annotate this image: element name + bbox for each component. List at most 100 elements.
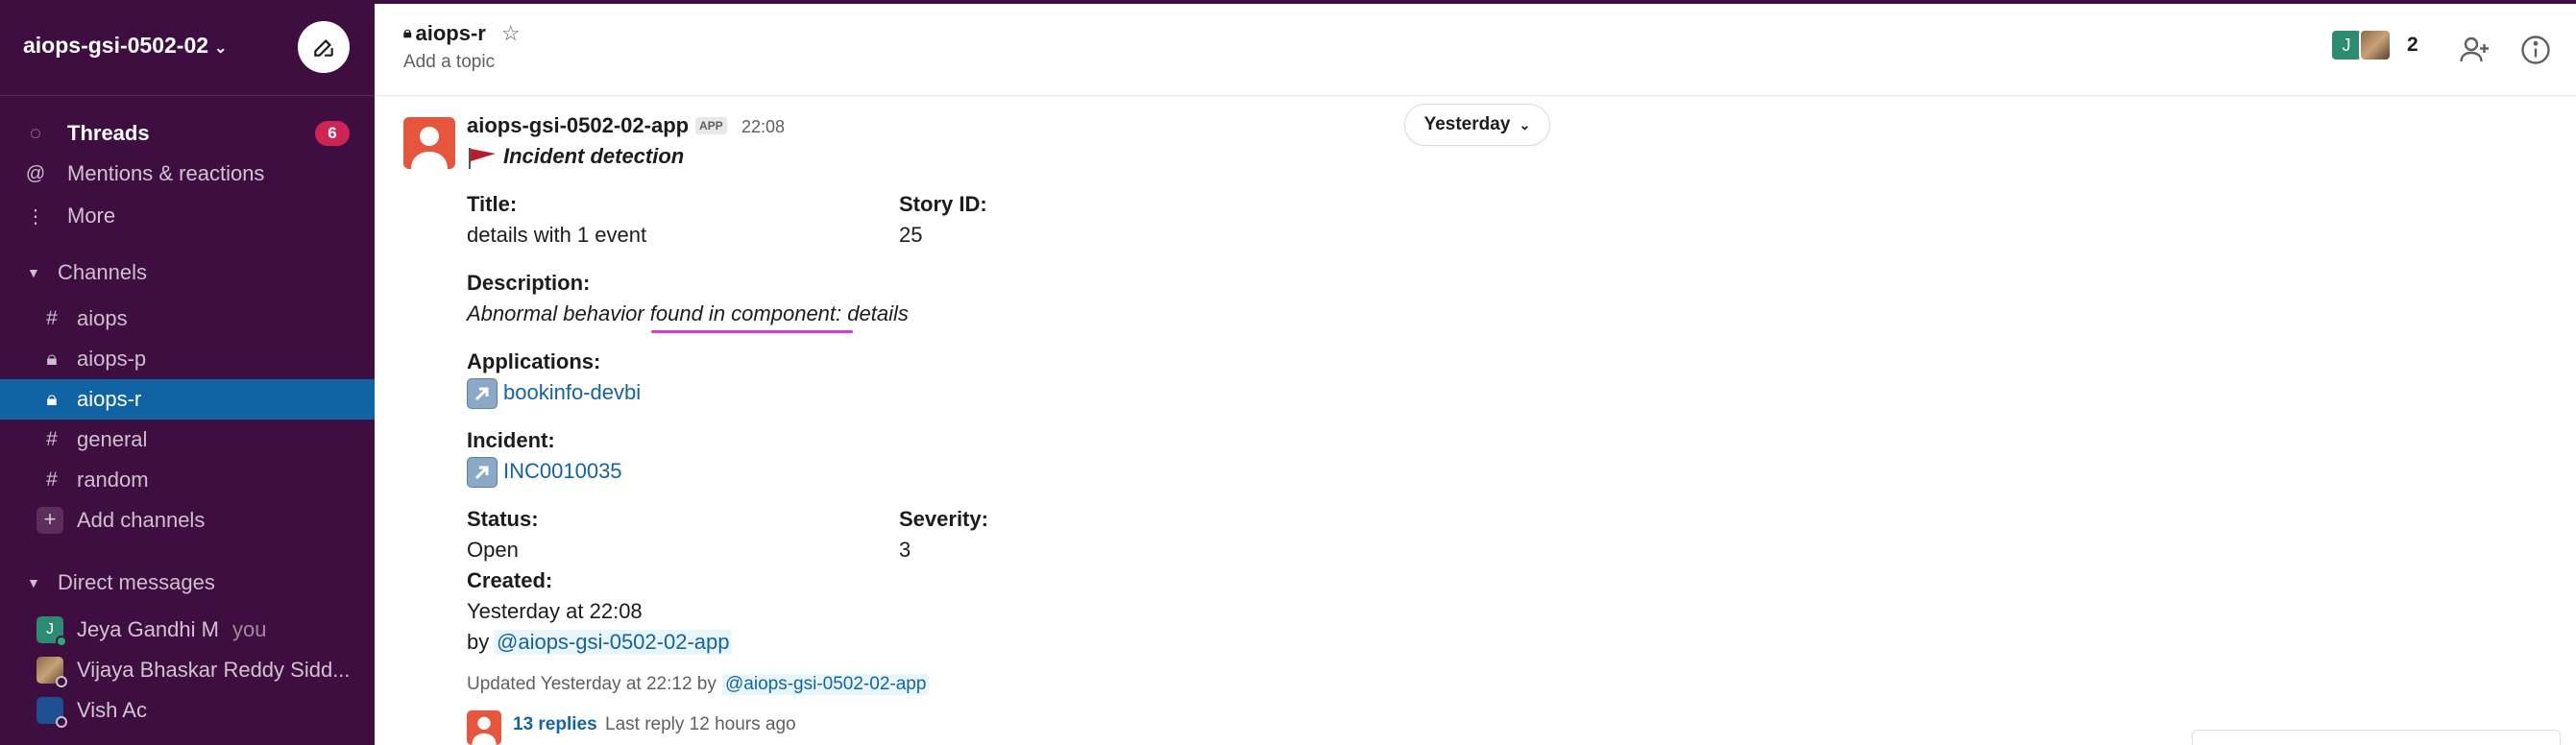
add-channels-button[interactable]: + Add channels xyxy=(0,500,375,541)
description-field-value: Abnormal behavior found in component: de… xyxy=(467,301,909,325)
incident-link[interactable]: INC0010035 xyxy=(503,459,622,484)
avatar xyxy=(36,697,67,728)
severity-field-label: Severity: xyxy=(899,507,988,531)
channel-label: aiops-p xyxy=(77,347,147,371)
story-id-field-label: Story ID: xyxy=(899,192,987,216)
avatar: J xyxy=(36,616,67,647)
date-divider-label: Yesterday xyxy=(1423,114,1511,134)
presence-away-icon xyxy=(56,716,67,728)
last-reply-text: Last reply 12 hours ago xyxy=(605,714,796,734)
severity-field-value: 3 xyxy=(899,538,911,562)
section-label: Direct messages xyxy=(58,570,215,594)
created-field-label: Created: xyxy=(467,568,553,592)
story-id-field-value: 25 xyxy=(899,223,923,247)
add-person-icon[interactable] xyxy=(2457,33,2491,67)
dm-section-toggle[interactable]: ▼ Direct messages xyxy=(0,564,375,602)
application-link[interactable]: bookinfo-devbi xyxy=(503,380,641,405)
avatar xyxy=(2359,29,2392,61)
message-composer-edge[interactable] xyxy=(2192,730,2561,745)
dm-label: Vish Ac xyxy=(77,698,147,722)
channel-label: aiops xyxy=(77,306,128,330)
sidebar-item-label: More xyxy=(67,204,116,228)
hash-icon: # xyxy=(46,307,58,329)
person-icon xyxy=(411,127,448,169)
updated-text: Updated Yesterday at 22:12 by xyxy=(467,674,717,694)
at-icon: @ xyxy=(25,162,46,184)
hash-icon: # xyxy=(46,469,58,491)
title-field-label: Title: xyxy=(467,192,518,216)
red-flag-icon xyxy=(469,148,496,169)
person-icon xyxy=(472,716,497,745)
thread-replies-link[interactable]: 13 replies xyxy=(513,714,597,735)
presence-online-icon xyxy=(56,636,67,647)
avatar-initial: J xyxy=(2342,36,2351,55)
status-field-label: Status: xyxy=(467,507,539,531)
caret-down-icon: ▼ xyxy=(27,265,40,280)
you-tag: you xyxy=(231,617,267,641)
annotation-underline xyxy=(651,330,853,333)
incident-field-label: Incident: xyxy=(467,428,555,452)
message-timestamp[interactable]: 22:08 xyxy=(741,117,785,137)
sidebar-item-dm-jeya[interactable]: J Jeya Gandhi M you xyxy=(0,610,375,650)
sidebar-item-dm-vijaya[interactable]: Vijaya Bhaskar Reddy Sidd... xyxy=(0,650,375,690)
lock-icon: 🔒︎ xyxy=(46,348,58,370)
arrow-up-right-icon xyxy=(467,378,498,409)
plus-icon: + xyxy=(36,507,63,534)
star-icon[interactable]: ☆ xyxy=(501,21,521,46)
sidebar: aiops-gsi-0502-02 ⌄ ◌ Threads 6 @ Mention… xyxy=(0,0,375,745)
app-tag: APP xyxy=(695,117,727,134)
user-mention[interactable]: @aiops-gsi-0502-02-app xyxy=(494,630,733,655)
dm-label: Vijaya Bhaskar Reddy Sidd... xyxy=(77,658,351,682)
sidebar-item-label: Threads xyxy=(67,121,150,145)
compose-icon xyxy=(314,38,333,57)
section-label: Channels xyxy=(58,260,147,284)
sidebar-item-dm-vish[interactable]: Vish Ac xyxy=(0,690,375,731)
sidebar-item-label: Mentions & reactions xyxy=(67,161,265,185)
status-field-value: Open xyxy=(467,538,519,562)
arrow-up-right-icon xyxy=(467,457,498,488)
sidebar-item-channel-aiops-p[interactable]: 🔒︎ aiops-p xyxy=(0,339,375,379)
channels-section-toggle[interactable]: ▼ Channels xyxy=(0,253,375,292)
sidebar-item-threads[interactable]: ◌ Threads 6 xyxy=(0,113,375,154)
lock-icon: 🔒︎ xyxy=(46,388,58,410)
applications-field-label: Applications: xyxy=(467,349,601,373)
created-field-value: Yesterday at 22:08 xyxy=(467,599,643,623)
sender-avatar[interactable] xyxy=(403,117,455,169)
sidebar-item-channel-aiops[interactable]: # aiops xyxy=(0,299,375,339)
compose-button[interactable] xyxy=(298,21,350,73)
date-divider-button[interactable]: Yesterday ⌄ xyxy=(1404,104,1550,146)
info-icon[interactable] xyxy=(2518,33,2553,67)
channel-label: aiops-r xyxy=(77,387,142,411)
reply-avatar xyxy=(467,710,501,745)
add-topic-link[interactable]: Add a topic xyxy=(403,52,495,73)
channel-name: aiops-r xyxy=(415,21,486,45)
sidebar-item-channel-random[interactable]: # random xyxy=(0,460,375,500)
sender-name[interactable]: aiops-gsi-0502-02-app xyxy=(467,113,689,138)
channel-header: 🔒︎ aiops-r ☆ Add a topic J 2 xyxy=(375,4,2576,96)
channel-label: random xyxy=(77,468,149,492)
chevron-down-icon: ⌄ xyxy=(1519,117,1531,132)
member-count: 2 xyxy=(2407,34,2418,56)
add-channels-label: Add channels xyxy=(77,508,206,532)
description-field-label: Description: xyxy=(467,271,591,295)
workspace-name: aiops-gsi-0502-02 xyxy=(23,33,209,58)
member-list-button[interactable]: J 2 xyxy=(2330,29,2418,61)
avatar-initial: J xyxy=(46,621,54,637)
channel-title-button[interactable]: 🔒︎ aiops-r ☆ xyxy=(403,21,521,46)
sidebar-item-channel-aiops-r[interactable]: 🔒︎ aiops-r xyxy=(0,379,375,420)
unread-badge: 6 xyxy=(315,121,350,146)
sidebar-item-mentions[interactable]: @ Mentions & reactions xyxy=(0,154,375,194)
avatar xyxy=(36,657,67,687)
chevron-down-icon: ⌄ xyxy=(214,40,228,57)
avatar: J xyxy=(2330,29,2363,61)
sidebar-item-more[interactable]: ⋮ More xyxy=(0,196,375,236)
more-vertical-icon: ⋮ xyxy=(26,205,45,228)
workspace-header: aiops-gsi-0502-02 ⌄ xyxy=(0,0,375,96)
channel-label: general xyxy=(77,427,148,451)
sidebar-item-channel-general[interactable]: # general xyxy=(0,420,375,460)
user-mention[interactable]: @aiops-gsi-0502-02-app xyxy=(722,674,930,695)
by-prefix: by xyxy=(467,630,490,654)
workspace-switcher[interactable]: aiops-gsi-0502-02 ⌄ xyxy=(23,33,227,59)
dm-label: Jeya Gandhi M xyxy=(77,617,219,641)
caret-down-icon: ▼ xyxy=(27,575,40,590)
